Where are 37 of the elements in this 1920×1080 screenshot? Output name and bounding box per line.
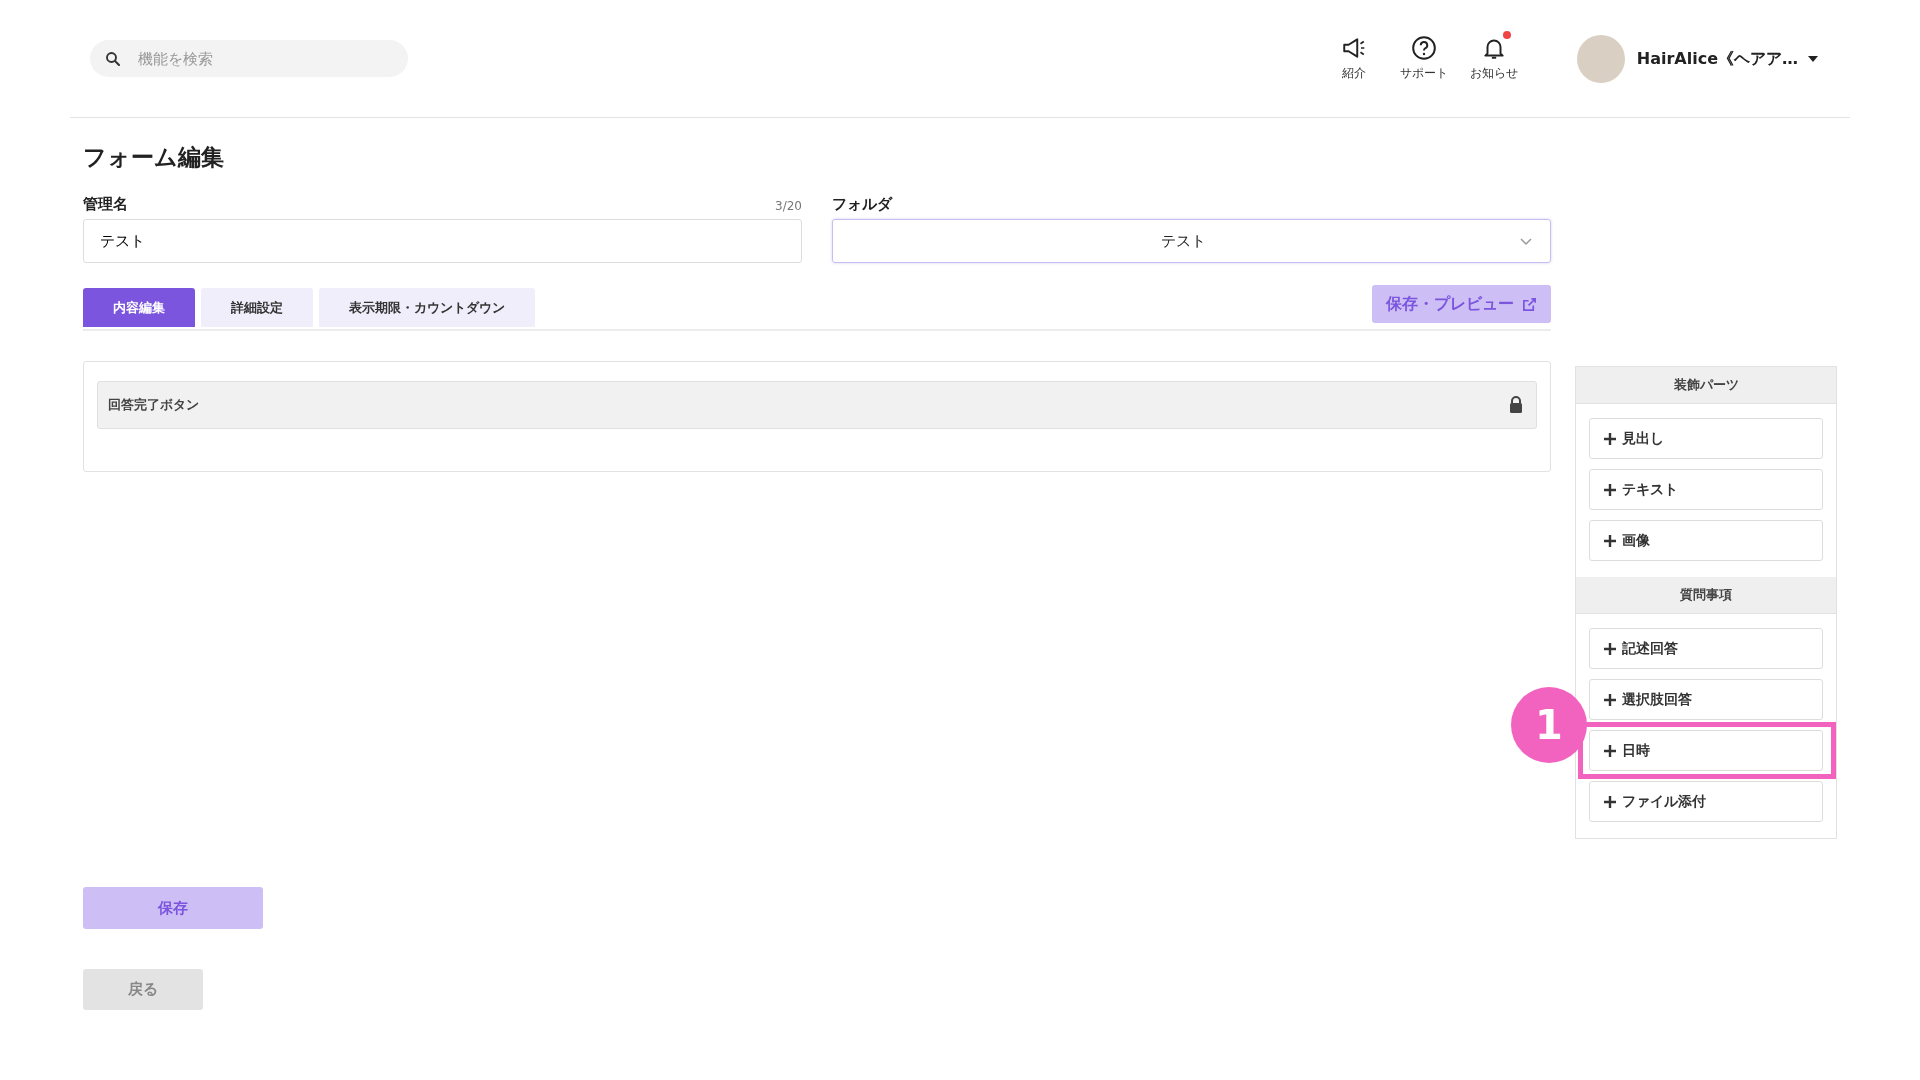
nav-item[interactable]: サポート <box>1388 35 1459 82</box>
field-label: フォルダ <box>832 193 894 215</box>
section-header: 質問事項 <box>1576 577 1836 614</box>
nav-item[interactable]: 紹介 <box>1318 35 1389 82</box>
nav-item[interactable]: お知らせ <box>1458 35 1529 82</box>
plus-icon <box>1604 483 1616 496</box>
tab[interactable]: 内容編集 <box>83 288 195 327</box>
plus-icon <box>1604 642 1616 655</box>
add-part-button[interactable]: 日時 <box>1589 730 1823 771</box>
help-icon <box>1410 35 1437 61</box>
search-field[interactable]: 機能を検索 <box>90 40 408 77</box>
add-part-button[interactable]: 画像 <box>1589 520 1823 561</box>
plus-icon <box>1604 795 1616 808</box>
add-part-button[interactable]: 記述回答 <box>1589 628 1823 669</box>
page-title: フォーム編集 <box>83 143 225 172</box>
tab[interactable]: 詳細設定 <box>201 288 313 327</box>
character-counter: 3/20 <box>775 198 802 215</box>
name-field[interactable]: テスト <box>83 219 802 263</box>
plus-icon <box>1604 534 1616 547</box>
add-part-button[interactable]: 見出し <box>1589 418 1823 459</box>
plus-icon <box>1604 744 1616 757</box>
step-number-badge: 1 <box>1511 687 1587 763</box>
search-icon <box>104 50 122 68</box>
folder-select[interactable]: テスト <box>832 219 1551 263</box>
add-part-button[interactable]: テキスト <box>1589 469 1823 510</box>
form-item-label: 回答完了ボタン <box>108 396 199 415</box>
plus-icon <box>1604 693 1616 706</box>
user-name[interactable]: HairAlice《ヘアア… <box>1636 46 1798 71</box>
tab[interactable]: 表示期限・カウントダウン <box>319 288 535 327</box>
field-label: 管理名 <box>83 193 128 215</box>
add-part-button[interactable]: ファイル添付 <box>1589 781 1823 822</box>
megaphone-icon <box>1340 35 1367 61</box>
plus-icon <box>1604 432 1616 445</box>
section-header: 装飾パーツ <box>1576 367 1836 404</box>
form-item[interactable]: 回答完了ボタン <box>97 381 1537 429</box>
add-part-button[interactable]: 選択肢回答 <box>1589 679 1823 720</box>
external-link-icon <box>1522 296 1537 312</box>
